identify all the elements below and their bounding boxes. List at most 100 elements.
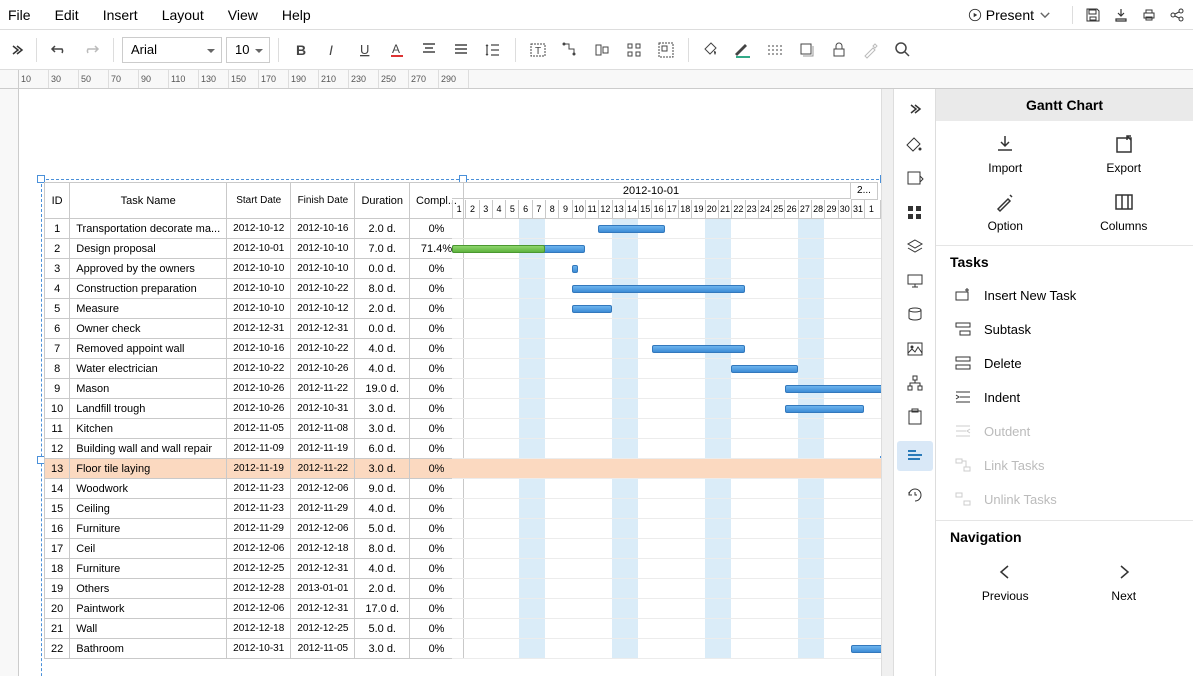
menu-file[interactable]: File <box>8 7 31 23</box>
table-row[interactable]: 17Ceil2012-12-062012-12-188.0 d.0% <box>45 539 464 559</box>
stroke-color-button[interactable] <box>729 36 757 64</box>
menu-layout[interactable]: Layout <box>162 7 204 23</box>
share-icon[interactable] <box>1169 7 1185 23</box>
svg-text:A: A <box>392 42 400 56</box>
italic-button[interactable]: I <box>319 36 347 64</box>
sidebar-expand[interactable] <box>894 97 935 121</box>
font-family-select[interactable]: Arial <box>122 37 222 63</box>
paint-bucket-icon[interactable] <box>905 135 925 155</box>
textbox-button[interactable]: T <box>524 36 552 64</box>
align-horizontal-button[interactable] <box>447 36 475 64</box>
table-row[interactable]: 7Removed appoint wall2012-10-162012-10-2… <box>45 339 464 359</box>
gantt-icon[interactable] <box>897 441 933 471</box>
menu-edit[interactable]: Edit <box>55 7 79 23</box>
menu-right: Present <box>960 5 1185 25</box>
save-icon[interactable] <box>1085 7 1101 23</box>
tools-button[interactable] <box>857 36 885 64</box>
image-icon[interactable] <box>905 339 925 359</box>
hierarchy-icon[interactable] <box>905 373 925 393</box>
fill-button[interactable] <box>697 36 725 64</box>
next-button[interactable]: Next <box>1069 561 1180 603</box>
panel-title: Gantt Chart <box>936 89 1193 121</box>
format-icon[interactable] <box>905 169 925 189</box>
outdent-button[interactable]: Outdent <box>936 414 1193 448</box>
table-row[interactable]: 22Bathroom2012-10-312012-11-053.0 d.0% <box>45 639 464 659</box>
insert-task-button[interactable]: Insert New Task <box>936 278 1193 312</box>
menu-insert[interactable]: Insert <box>103 7 138 23</box>
table-row[interactable]: 20Paintwork2012-12-062012-12-3117.0 d.0% <box>45 599 464 619</box>
toolbar-expand[interactable] <box>6 43 28 57</box>
print-icon[interactable] <box>1141 7 1157 23</box>
align-vertical-button[interactable] <box>415 36 443 64</box>
play-icon <box>968 8 982 22</box>
table-row[interactable]: 1Transportation decorate ma...2012-10-12… <box>45 219 464 239</box>
clipboard-icon[interactable] <box>905 407 925 427</box>
text-color-button[interactable]: A <box>383 36 411 64</box>
table-row[interactable]: 14Woodwork2012-11-232012-12-069.0 d.0% <box>45 479 464 499</box>
lock-button[interactable] <box>825 36 853 64</box>
right-panel: Gantt Chart Import Export Option Columns… <box>935 89 1193 676</box>
previous-button[interactable]: Previous <box>950 561 1061 603</box>
month-header: 2012-10-01 <box>452 182 851 199</box>
table-row[interactable]: 11Kitchen2012-11-052012-11-083.0 d.0% <box>45 419 464 439</box>
group-button[interactable] <box>652 36 680 64</box>
table-row[interactable]: 15Ceiling2012-11-232012-11-294.0 d.0% <box>45 499 464 519</box>
table-row[interactable]: 18Furniture2012-12-252012-12-314.0 d.0% <box>45 559 464 579</box>
subtask-button[interactable]: Subtask <box>936 312 1193 346</box>
chevron-down-icon <box>1038 8 1052 22</box>
line-style-button[interactable] <box>761 36 789 64</box>
search-button[interactable] <box>889 36 917 64</box>
table-row[interactable]: 16Furniture2012-11-292012-12-065.0 d.0% <box>45 519 464 539</box>
svg-text:T: T <box>535 46 541 57</box>
underline-button[interactable]: U <box>351 36 379 64</box>
present-button[interactable]: Present <box>960 5 1060 25</box>
database-icon[interactable] <box>905 305 925 325</box>
columns-button[interactable]: Columns <box>1069 191 1180 233</box>
gantt-task-table[interactable]: IDTask NameStart DateFinish DateDuration… <box>44 182 464 659</box>
present-label: Present <box>986 7 1034 23</box>
table-row[interactable]: 2Design proposal2012-10-012012-10-107.0 … <box>45 239 464 259</box>
icon-sidebar <box>893 89 935 676</box>
table-row[interactable]: 21Wall2012-12-182012-12-255.0 d.0% <box>45 619 464 639</box>
menu-left: File Edit Insert Layout View Help <box>8 7 311 23</box>
vertical-ruler <box>0 89 19 676</box>
indent-button[interactable]: Indent <box>936 380 1193 414</box>
menu-view[interactable]: View <box>228 7 258 23</box>
table-row[interactable]: 13Floor tile laying2012-11-192012-11-223… <box>45 459 464 479</box>
svg-text:B: B <box>296 42 306 58</box>
gantt-chart-object[interactable]: IDTask NameStart DateFinish DateDuration… <box>41 179 881 676</box>
table-row[interactable]: 12Building wall and wall repair2012-11-0… <box>45 439 464 459</box>
vertical-scrollbar[interactable] <box>881 89 893 676</box>
line-spacing-button[interactable] <box>479 36 507 64</box>
grid-icon[interactable] <box>905 203 925 223</box>
history-icon[interactable] <box>905 485 925 505</box>
table-row[interactable]: 10Landfill trough2012-10-262012-10-313.0… <box>45 399 464 419</box>
layers-icon[interactable] <box>905 237 925 257</box>
bold-button[interactable]: B <box>287 36 315 64</box>
font-size-select[interactable]: 10 <box>226 37 270 63</box>
delete-button[interactable]: Delete <box>936 346 1193 380</box>
table-row[interactable]: 3Approved by the owners2012-10-102012-10… <box>45 259 464 279</box>
canvas[interactable]: IDTask NameStart DateFinish DateDuration… <box>19 89 881 676</box>
table-row[interactable]: 9Mason2012-10-262012-11-2219.0 d.0% <box>45 379 464 399</box>
distribute-button[interactable] <box>620 36 648 64</box>
table-row[interactable]: 19Others2012-12-282013-01-012.0 d.0% <box>45 579 464 599</box>
export-button[interactable]: Export <box>1069 133 1180 175</box>
connector-button[interactable] <box>556 36 584 64</box>
unlink-tasks-button[interactable]: Unlink Tasks <box>936 482 1193 516</box>
table-row[interactable]: 4Construction preparation2012-10-102012-… <box>45 279 464 299</box>
align-objects-button[interactable] <box>588 36 616 64</box>
table-row[interactable]: 6Owner check2012-12-312012-12-310.0 d.0% <box>45 319 464 339</box>
table-row[interactable]: 5Measure2012-10-102012-10-122.0 d.0% <box>45 299 464 319</box>
option-button[interactable]: Option <box>950 191 1061 233</box>
download-icon[interactable] <box>1113 7 1129 23</box>
undo-button[interactable] <box>45 36 73 64</box>
menu-help[interactable]: Help <box>282 7 311 23</box>
redo-button[interactable] <box>77 36 105 64</box>
import-button[interactable]: Import <box>950 133 1061 175</box>
presentation-icon[interactable] <box>905 271 925 291</box>
horizontal-ruler: 1030507090110130150170190210230250270290 <box>0 70 1193 89</box>
link-tasks-button[interactable]: Link Tasks <box>936 448 1193 482</box>
table-row[interactable]: 8Water electrician2012-10-222012-10-264.… <box>45 359 464 379</box>
shadow-button[interactable] <box>793 36 821 64</box>
